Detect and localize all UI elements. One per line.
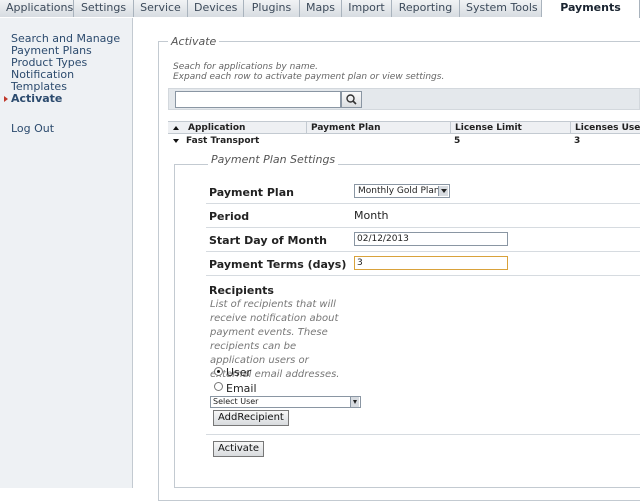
start-day-input[interactable]: 02/12/2013: [354, 232, 508, 246]
radio-user-label: User: [226, 366, 252, 379]
row-period: Period Month: [206, 204, 640, 228]
period-label: Period: [209, 210, 250, 223]
table-row[interactable]: Fast Transport 5 3: [168, 135, 640, 147]
expand-triangle-icon[interactable]: [172, 135, 180, 147]
tab-applications[interactable]: Applications: [0, 0, 74, 17]
tab-import[interactable]: Import: [342, 0, 392, 17]
start-day-label: Start Day of Month: [209, 234, 327, 247]
tab-service[interactable]: Service: [134, 0, 188, 17]
table-header: Application Payment Plan License Limit L…: [168, 121, 640, 134]
user-select[interactable]: Select User: [210, 396, 361, 408]
payment-plan-select[interactable]: Monthly Gold Plan: [354, 184, 450, 198]
sidebar: Search and Manage Payment Plans Product …: [0, 18, 133, 488]
payment-plan-settings-legend: Payment Plan Settings: [208, 153, 339, 166]
activate-legend: Activate: [168, 35, 220, 48]
search-icon: [346, 94, 357, 105]
tab-maps[interactable]: Maps: [300, 0, 342, 17]
tab-plugins[interactable]: Plugins: [244, 0, 300, 17]
tab-system-tools[interactable]: System Tools: [460, 0, 542, 17]
payment-terms-label: Payment Terms (days): [209, 258, 347, 271]
top-tab-bar: Applications Settings Service Devices Pl…: [0, 0, 640, 18]
radio-user[interactable]: [214, 367, 223, 376]
col-header-license-limit[interactable]: License Limit: [450, 122, 522, 134]
radio-email-label: Email: [226, 382, 257, 395]
col-header-licenses-used[interactable]: Licenses Used: [570, 122, 640, 134]
sidebar-item-activate[interactable]: Activate: [0, 93, 132, 105]
row-application: Fast Transport: [186, 136, 260, 146]
settings-divider: [206, 434, 640, 435]
payment-terms-input[interactable]: 3: [354, 256, 508, 270]
radio-email[interactable]: [214, 382, 223, 391]
row-payment-terms: Payment Terms (days) 3: [206, 252, 640, 276]
tab-devices[interactable]: Devices: [188, 0, 244, 17]
row-payment-plan-setting: Payment Plan Monthly Gold Plan: [206, 180, 640, 204]
user-select-value: Select User: [213, 397, 259, 406]
hint-line-2: Expand each row to activate payment plan…: [173, 72, 445, 82]
search-button[interactable]: [341, 91, 362, 108]
activate-button[interactable]: Activate: [213, 441, 264, 457]
row-license-limit: 5: [454, 136, 461, 146]
tab-reporting[interactable]: Reporting: [392, 0, 460, 17]
row-licenses-used: 3: [574, 136, 581, 146]
payment-plan-select-value: Monthly Gold Plan: [358, 186, 440, 196]
search-input[interactable]: [175, 91, 341, 108]
chevron-down-icon: [438, 186, 448, 196]
tab-settings[interactable]: Settings: [74, 0, 134, 17]
row-start-day: Start Day of Month 02/12/2013: [206, 228, 640, 252]
search-bar: [168, 88, 640, 110]
payment-plan-label: Payment Plan: [209, 186, 294, 199]
sort-arrow-icon[interactable]: [172, 122, 180, 134]
col-header-payment-plan[interactable]: Payment Plan: [306, 122, 381, 134]
sidebar-item-log-out[interactable]: Log Out: [0, 123, 132, 135]
recipients-label: Recipients: [209, 284, 274, 297]
main-panel: Activate Seach for applications by name.…: [134, 18, 640, 501]
chevron-down-icon: [350, 397, 359, 407]
sidebar-item-notification-templates[interactable]: Notification Templates: [0, 69, 132, 93]
add-recipient-button[interactable]: AddRecipient: [213, 410, 289, 426]
col-header-application[interactable]: Application: [188, 122, 245, 134]
period-value: Month: [354, 209, 389, 222]
tab-payments[interactable]: Payments: [542, 0, 640, 18]
